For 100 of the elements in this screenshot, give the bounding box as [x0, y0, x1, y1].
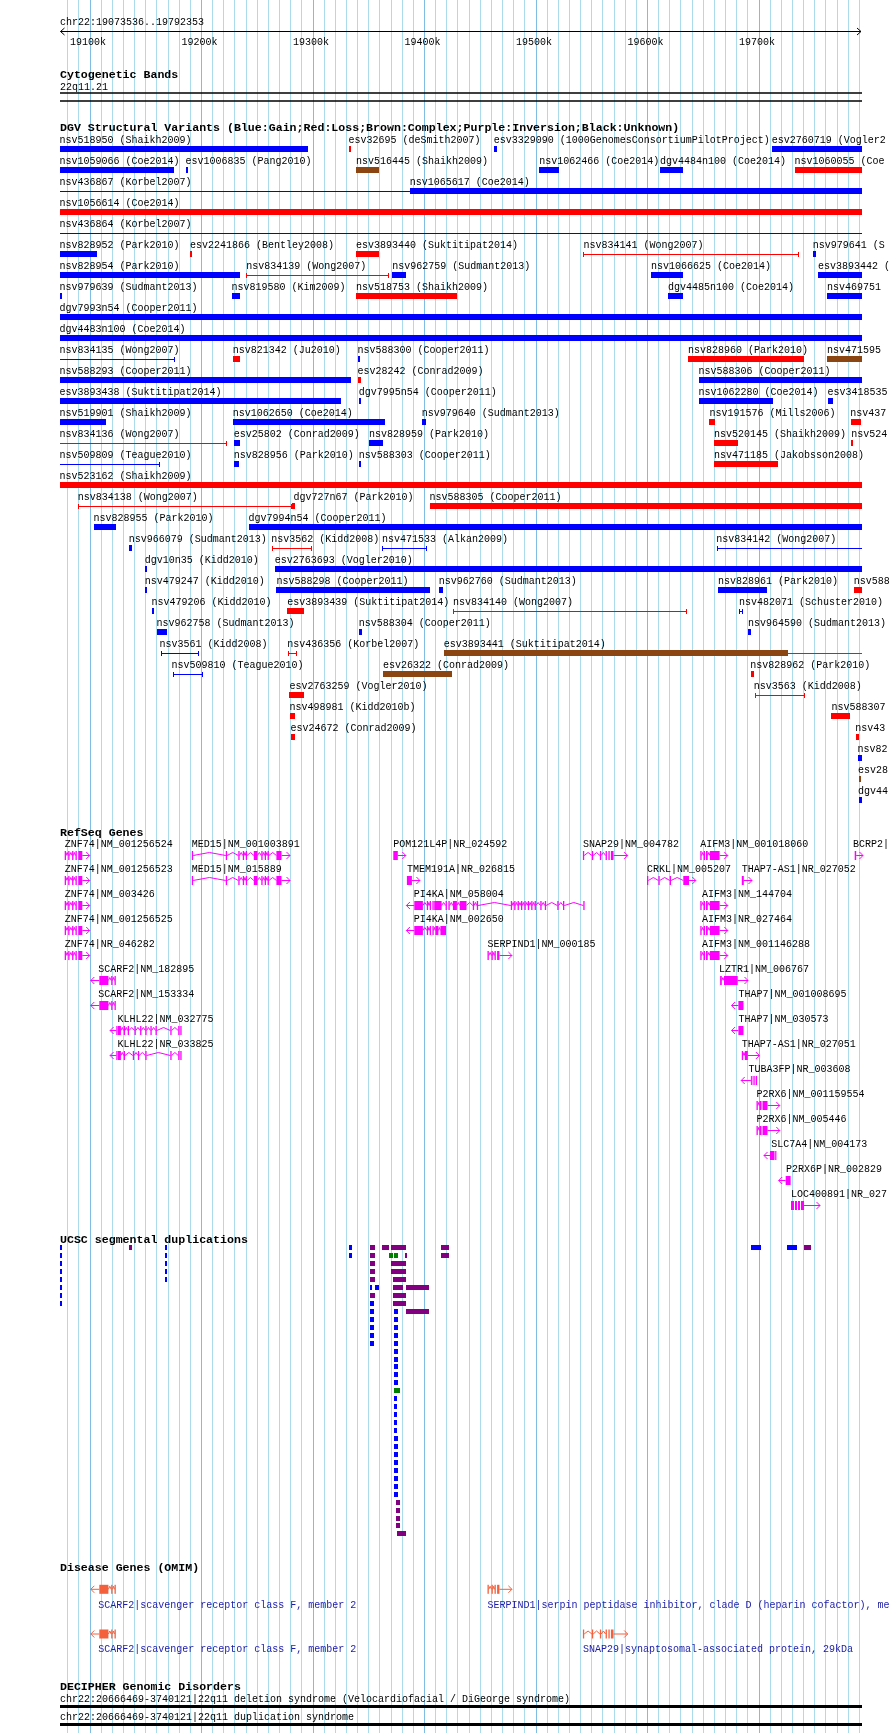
gene-label: THAP7|NM_001008695: [738, 989, 847, 1000]
variant-label: nsv828952 (Park2010): [59, 239, 180, 251]
gene-model-drawing: [700, 951, 729, 960]
variant-label: esv2241866 (Bentley2008): [190, 239, 335, 251]
variant-label: nsv962760 (Sudmant2013): [438, 575, 577, 587]
variant-label: nsv498981 (Kidd2010b): [289, 701, 416, 713]
track-title: DECIPHER Genomic Disorders: [60, 1680, 241, 1694]
variant-label: nsv437: [850, 407, 887, 419]
gene-model-drawing: [731, 1001, 744, 1010]
tick-label: 19600k: [627, 37, 664, 48]
gene-model-drawing: [647, 876, 697, 885]
gene-label: THAP7-AS1|NR_027052: [741, 864, 856, 875]
variant-label: nsv964590 (Sudmant2013): [748, 617, 887, 629]
variant-label: esv3329090 (1000GenomesConsortiumPilotProject): [493, 134, 770, 146]
gene-label: POM121L4P|NR_024592: [393, 839, 508, 850]
gene-label: MED15|NM_001003891: [191, 839, 300, 850]
gene-label: THAP7-AS1|NR_027051: [741, 1039, 856, 1050]
variant-label: esv3893439 (Suktitipat2014): [287, 596, 450, 608]
gene-label: SLC7A4|NM_004173: [771, 1139, 868, 1150]
variant-label: nsv962759 (Sudmant2013): [392, 260, 531, 272]
variant-label: esv3893438 (Suktitipat2014): [59, 386, 222, 398]
gene-model-drawing: [763, 1151, 777, 1160]
gene-model-drawing: [582, 851, 629, 860]
gene-model-drawing: [700, 901, 729, 910]
variant-label: nsv509809 (Teague2010): [59, 449, 192, 461]
gene-label: LOC400891|NR_027: [791, 1189, 887, 1200]
variant-label: nsv588293 (Cooper2011): [59, 365, 192, 377]
variant-label: nsv3561 (Kidd2008): [159, 638, 268, 650]
gene-model-drawing: [778, 1176, 791, 1185]
gene-model-drawing: [64, 926, 91, 935]
variant-label: esv1006835 (Pang2010): [185, 155, 312, 167]
variant-label: nsv436867 (Korbel2007): [59, 176, 192, 188]
variant-label: dgv4484n100 (Coe2014): [660, 155, 787, 167]
variant-label: nsv471533 (Alkan2009): [382, 533, 509, 545]
gene-label: THAP7|NM_030573: [738, 1014, 829, 1025]
gene-label: ZNF74|NM_001256523: [64, 864, 173, 875]
variant-label: nsv834139 (Wong2007): [246, 260, 367, 272]
gene-model-drawing: [64, 901, 91, 910]
gene-model-drawing: [741, 876, 753, 885]
variant-label: nsv471595: [826, 344, 881, 356]
variant-label: dgv4485n100 (Coe2014): [668, 281, 795, 293]
gene-label: AIFM3|NM_144704: [702, 889, 792, 900]
variant-label: nsv979639 (Sudmant2013): [59, 281, 198, 293]
variant-label: esv2763259 (Vogler2010): [289, 680, 428, 692]
gene-label: SCARF2|NM_153334: [98, 989, 195, 1000]
variant-label: nsv519901 (Shaikh2009): [59, 407, 192, 419]
gene-model-drawing: [393, 851, 407, 860]
variant-label: nsv588303 (Cooper2011): [358, 449, 491, 461]
variant-label: esv24672 (Conrad2009): [290, 722, 417, 734]
variant-label: dgv7994n54 (Cooper2011): [248, 512, 387, 524]
variant-label: nsv482071 (Schuster2010): [738, 596, 883, 608]
variant-label: nsv479206 (Kidd2010): [151, 596, 272, 608]
variant-label: nsv1062280 (Coe2014): [698, 386, 819, 398]
disorder-label: chr22:20666469-3740121|22q11 duplication syndrome: [60, 1711, 355, 1723]
location-label: chr22:19073536..19792353: [60, 17, 205, 29]
variant-label: nsv828954 (Park2010): [59, 260, 180, 272]
gene-label: BCRP2|: [853, 839, 889, 850]
variant-label: nsv518950 (Shaikh2009): [59, 134, 192, 146]
variant-label: nsv3563 (Kidd2008): [753, 680, 862, 692]
variant-label: nsv828960 (Park2010): [687, 344, 808, 356]
variant-label: nsv588306 (Cooper2011): [698, 365, 831, 377]
variant-label: nsv966079 (Sudmant2013): [128, 533, 267, 545]
tick-label: 19700k: [739, 37, 776, 48]
variant-label: esv2760719 (Vogler2: [771, 134, 886, 146]
variant-label: esv32695 (deSmith2007): [348, 134, 481, 146]
variant-label: nsv43: [855, 722, 886, 734]
gene-model-drawing: [756, 1101, 781, 1110]
variant-label: nsv436356 (Korbel2007): [287, 638, 420, 650]
gene-label: ZNF74|NR_046282: [64, 939, 155, 950]
gene-model-drawing: [854, 851, 864, 860]
gene-model-drawing: [90, 1584, 116, 1594]
variant-label: nsv1059066 (Coe2014): [59, 155, 180, 167]
variant-label: esv3893440 (Suktitipat2014): [355, 239, 518, 251]
variant-label: nsv828955 (Park2010): [93, 512, 214, 524]
variant-label: nsv828956 (Park2010): [233, 449, 354, 461]
gene-label: AIFM3|NM_001018060: [700, 839, 809, 850]
variant-label: nsv834135 (Wong2007): [59, 344, 180, 356]
variant-label: esv3418535: [827, 386, 888, 398]
gene-label: ZNF74|NM_003426: [64, 889, 155, 900]
variant-label: dgv7993n54 (Cooper2011): [59, 302, 198, 314]
variant-label: nsv588307: [831, 701, 886, 713]
variant-label: dgv7995n54 (Cooper2011): [358, 386, 497, 398]
variant-label: nsv828962 (Park2010): [750, 659, 871, 671]
gene-label: P2RX6|NM_005446: [756, 1114, 847, 1125]
track-title: DGV Structural Variants (Blue:Gain;Red:Loss;Brown:Complex;Purple:Inversion;Black:Unknown): [60, 121, 680, 134]
gene-label: AIFM3|NM_001146288: [702, 939, 811, 950]
tick-label: 19100k: [70, 37, 106, 48]
variant-label: nsv588304 (Cooper2011): [358, 617, 491, 629]
gene-model-drawing: [90, 1629, 116, 1639]
gene-label: SERPIND1|NM_000185: [487, 939, 596, 950]
gene-label: TMEM191A|NR_026815: [406, 864, 515, 875]
tick-label: 19500k: [516, 37, 553, 48]
gene-model-drawing: [731, 1026, 744, 1035]
variant-label: nsv588: [853, 575, 890, 587]
variant-label: nsv834141 (Wong2007): [583, 239, 704, 251]
gene-model-drawing: [64, 951, 91, 960]
variant-label: nsv191576 (Mills2006): [709, 407, 836, 419]
variant-label: nsv979640 (Sudmant2013): [421, 407, 560, 419]
variant-label: nsv469751: [826, 281, 881, 293]
gene-model-drawing: [64, 876, 91, 885]
